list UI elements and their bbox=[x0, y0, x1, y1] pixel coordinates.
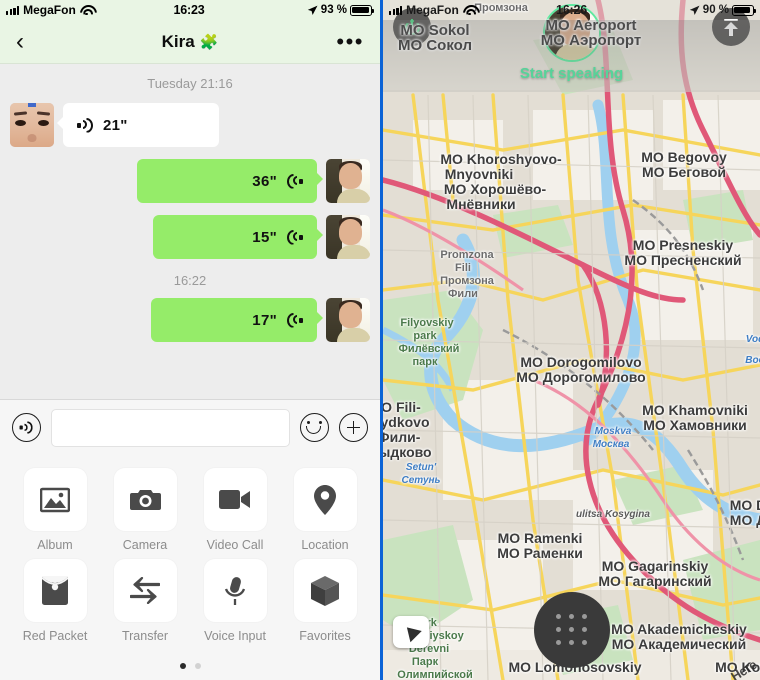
voice-wave-icon bbox=[77, 117, 94, 133]
clock-label: 16:23 bbox=[173, 3, 205, 17]
chat-status-bar: MegaFon 16:23 93 % bbox=[0, 0, 380, 20]
emoji-smiley-icon[interactable] bbox=[300, 413, 329, 442]
voice-message-bubble[interactable]: 15" bbox=[153, 215, 323, 259]
self-avatar[interactable] bbox=[326, 215, 370, 259]
map-header-overlay bbox=[383, 20, 760, 92]
dots-grid-handle-icon[interactable] bbox=[533, 592, 610, 668]
attachment-panel: Album Camera Video Call Location Red Pac… bbox=[0, 455, 380, 680]
message-row-outgoing[interactable]: 36" bbox=[0, 159, 380, 203]
contact-avatar[interactable] bbox=[10, 103, 54, 147]
map-pin-icon bbox=[293, 468, 357, 531]
message-row-outgoing[interactable]: 17" bbox=[0, 298, 380, 342]
map-canvas[interactable] bbox=[383, 0, 760, 680]
chat-screen: MegaFon 16:23 93 % ‹ Kira 🧩 ••• Tuesday … bbox=[0, 0, 380, 680]
attachment-voice-input[interactable]: Voice Input bbox=[190, 559, 280, 643]
attachment-video-call[interactable]: Video Call bbox=[190, 468, 280, 552]
status-left: MegaFon bbox=[6, 3, 174, 17]
plus-circle-icon[interactable] bbox=[339, 413, 368, 442]
voice-record-icon[interactable] bbox=[12, 413, 41, 442]
attachment-label: Favorites bbox=[299, 629, 351, 643]
message-row-incoming[interactable]: 21" bbox=[0, 103, 380, 147]
puzzle-piece-icon: 🧩 bbox=[199, 33, 219, 51]
ellipsis-icon[interactable]: ••• bbox=[336, 30, 364, 52]
attachment-label: Video Call bbox=[206, 538, 264, 552]
message-list: Tuesday 21:16 21" 36" 15" 16:22 17" bbox=[0, 64, 380, 399]
signal-bars-icon bbox=[6, 5, 20, 15]
voice-wave-icon bbox=[286, 312, 303, 328]
camera-icon bbox=[113, 468, 177, 531]
cube-box-icon bbox=[293, 559, 357, 622]
battery-icon bbox=[350, 4, 375, 16]
attachment-camera[interactable]: Camera bbox=[100, 468, 190, 552]
transfer-arrows-icon bbox=[113, 559, 177, 622]
location-arrow-icon bbox=[689, 5, 700, 15]
signal-bars-icon bbox=[389, 5, 403, 15]
attachment-label: Location bbox=[301, 538, 349, 552]
attachment-location[interactable]: Location bbox=[280, 468, 370, 552]
voice-duration-label: 21" bbox=[103, 116, 128, 134]
attachment-label: Voice Input bbox=[204, 629, 266, 643]
voice-duration-label: 17" bbox=[252, 311, 277, 329]
voice-message-bubble[interactable]: 17" bbox=[151, 298, 323, 342]
map-status-bar: MegaFon 16:26 90 % bbox=[383, 0, 760, 20]
photo-icon bbox=[23, 468, 87, 531]
message-timestamp: 16:22 bbox=[173, 273, 207, 288]
page-dot-active[interactable] bbox=[179, 663, 186, 669]
self-avatar[interactable] bbox=[326, 159, 370, 203]
message-input[interactable] bbox=[51, 408, 290, 447]
attachment-favorites[interactable]: Favorites bbox=[280, 559, 370, 643]
red-packet-icon bbox=[23, 559, 87, 622]
attachment-transfer[interactable]: Transfer bbox=[100, 559, 190, 643]
status-left: MegaFon bbox=[389, 3, 556, 17]
voice-wave-icon bbox=[286, 229, 303, 245]
carrier-label: MegaFon bbox=[406, 3, 459, 17]
page-title: Kira 🧩 bbox=[0, 32, 380, 52]
carrier-label: MegaFon bbox=[23, 3, 76, 17]
wifi-icon bbox=[80, 5, 93, 16]
wifi-icon bbox=[463, 5, 476, 16]
voice-duration-label: 36" bbox=[252, 172, 277, 190]
chat-input-bar bbox=[0, 399, 380, 455]
contact-name-label: Kira bbox=[161, 31, 195, 51]
battery-percent-label: 93 % bbox=[320, 4, 348, 16]
self-avatar[interactable] bbox=[326, 298, 370, 342]
attachment-label: Transfer bbox=[121, 629, 169, 643]
voice-duration-label: 15" bbox=[252, 228, 277, 246]
voice-message-bubble[interactable]: 36" bbox=[137, 159, 323, 203]
battery-icon bbox=[732, 4, 757, 16]
attachment-red-packet[interactable]: Red Packet bbox=[10, 559, 100, 643]
panel-page-indicator bbox=[0, 663, 380, 669]
attachment-grid: Album Camera Video Call Location Red Pac… bbox=[0, 468, 380, 643]
status-right: 93 % bbox=[205, 4, 375, 16]
clock-label: 16:26 bbox=[556, 3, 587, 17]
microphone-icon bbox=[203, 559, 267, 622]
page-dot[interactable] bbox=[194, 663, 201, 669]
attachment-label: Album bbox=[37, 538, 73, 552]
day-divider: Tuesday 21:16 bbox=[147, 76, 233, 91]
voice-wave-icon bbox=[286, 173, 303, 189]
message-row-outgoing[interactable]: 15" bbox=[0, 215, 380, 259]
voice-message-bubble[interactable]: 21" bbox=[57, 103, 219, 147]
location-arrow-icon bbox=[307, 5, 318, 15]
video-camera-icon bbox=[203, 468, 267, 531]
back-button[interactable]: ‹ bbox=[16, 29, 46, 54]
status-right: 90 % bbox=[587, 4, 757, 16]
chat-navbar: ‹ Kira 🧩 ••• bbox=[0, 20, 380, 64]
map-screen: MegaFon 16:26 90 % Start speaking Пр bbox=[380, 0, 760, 680]
navigation-arrow-icon[interactable] bbox=[393, 616, 429, 648]
battery-percent-label: 90 % bbox=[702, 4, 730, 16]
attachment-label: Red Packet bbox=[22, 629, 88, 643]
attachment-label: Camera bbox=[122, 538, 168, 552]
dual-screenshot: MegaFon 16:23 93 % ‹ Kira 🧩 ••• Tuesday … bbox=[0, 0, 760, 680]
attachment-album[interactable]: Album bbox=[10, 468, 100, 552]
